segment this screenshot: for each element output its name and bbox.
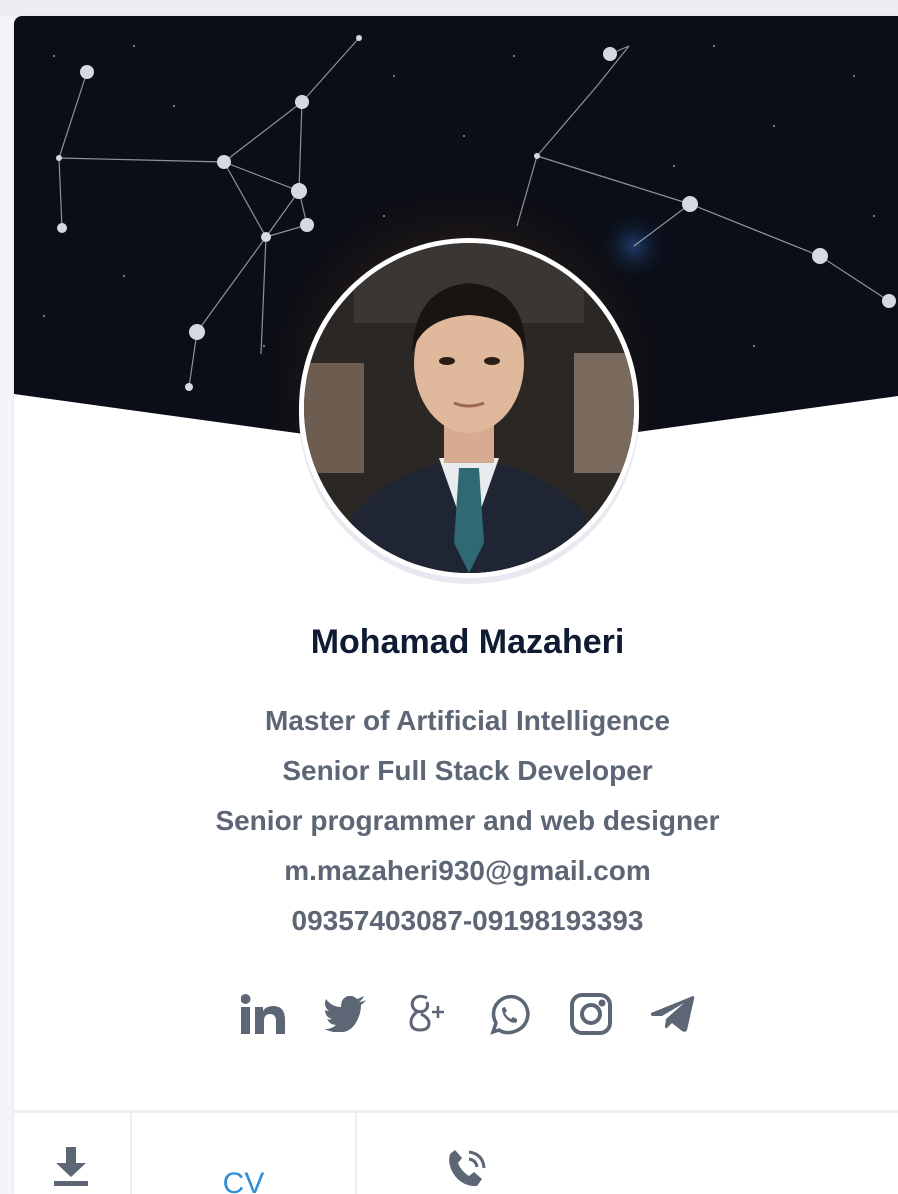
profile-degree: Master of Artificial Intelligence [264,705,671,736]
cv-label[interactable]: CV [132,1167,355,1194]
profile-card: Mohamad Mazaheri Master of Artificial In… [14,16,898,1194]
phone-call-icon [449,1150,486,1187]
profile-info: Master of Artificial Intelligence Senior… [14,696,898,946]
profile-name: Mohamad Mazaheri [310,623,625,661]
download-icon [54,1147,88,1186]
profile-title: Senior programmer and web designer [215,805,720,836]
download-button[interactable] [14,1113,130,1194]
whatsapp-icon[interactable] [487,992,531,1036]
card-actions: CV [14,1113,898,1194]
cv-link[interactable]: CV [132,1113,355,1194]
page-top-strip [0,0,898,16]
social-links [14,992,898,1036]
twitter-icon[interactable] [323,992,367,1036]
google-plus-icon[interactable] [405,992,449,1036]
profile-email[interactable]: m.mazaheri930@gmail.com [14,846,898,896]
telegram-icon[interactable] [650,992,695,1036]
profile-phone[interactable]: 09357403087-09198193393 [14,896,898,946]
avatar[interactable] [299,238,639,578]
profile-role: Senior Full Stack Developer [282,755,653,786]
instagram-icon[interactable] [569,992,613,1036]
call-button[interactable] [357,1113,577,1194]
avatar-photo [304,243,634,573]
linkedin-icon[interactable] [240,992,285,1036]
